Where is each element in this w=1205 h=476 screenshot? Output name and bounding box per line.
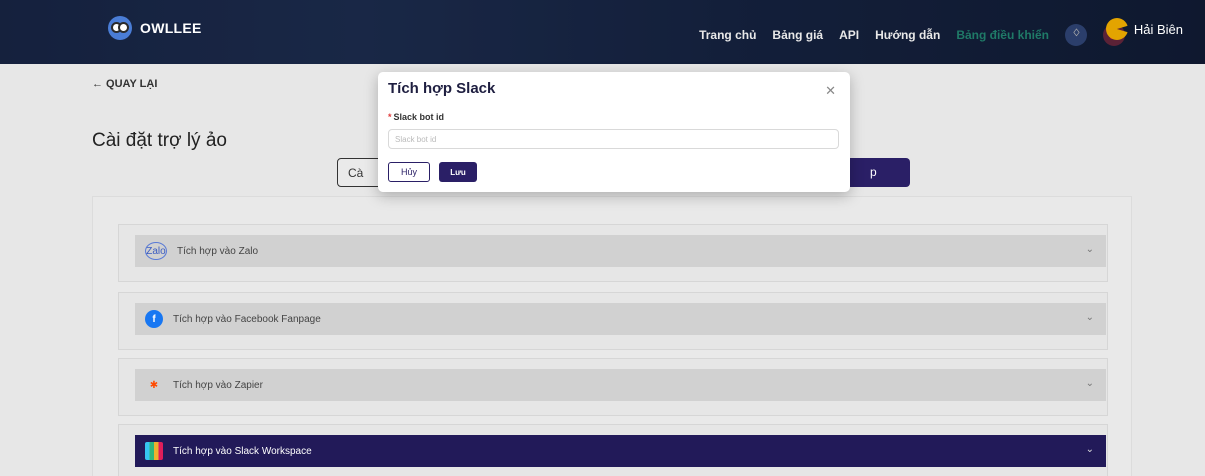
accordion-slack: Tích hợp vào Slack Workspace ⌄ <box>118 424 1108 476</box>
accordion-label: Tích hợp vào Slack Workspace <box>173 445 312 457</box>
zapier-icon: ✱ <box>149 379 159 391</box>
accordion-zalo: Zalo Tích hợp vào Zalo ⌄ <box>118 224 1108 282</box>
required-marker: * <box>388 112 392 122</box>
chevron-down-icon: ⌄ <box>1085 244 1094 255</box>
accordion-facebook: f Tích hợp vào Facebook Fanpage ⌄ <box>118 292 1108 350</box>
chevron-down-icon: ⌄ <box>1085 378 1094 389</box>
accordion-label: Tích hợp vào Zapier <box>173 379 263 391</box>
slack-integration-modal: Tích hợp Slack ✕ *Slack bot id Hủy Lưu <box>378 72 850 192</box>
brand-name: OWLLEE <box>140 20 202 36</box>
brand-logo[interactable]: OWLLEE <box>108 16 202 40</box>
slack-bot-id-input[interactable] <box>388 129 839 149</box>
close-icon[interactable]: ✕ <box>825 83 836 99</box>
field-label-text: Slack bot id <box>393 112 445 122</box>
user-menu[interactable]: Hải Biên <box>1105 18 1183 40</box>
field-label: * Slack bot id <box>388 112 444 122</box>
accordion-header[interactable]: Zalo Tích hợp vào Zalo ⌄ <box>135 235 1106 267</box>
accordion-header[interactable]: f Tích hợp vào Facebook Fanpage ⌄ <box>135 303 1106 335</box>
facebook-icon: f <box>145 310 163 328</box>
back-link[interactable]: ← QUAY LẠI <box>92 78 157 90</box>
bell-icon[interactable] <box>1065 24 1087 46</box>
nav-pricing[interactable]: Bảng giá <box>772 28 823 42</box>
modal-title: Tích hợp Slack <box>388 80 496 97</box>
accordion-label: Tích hợp vào Facebook Fanpage <box>173 313 321 325</box>
user-name: Hải Biên <box>1133 21 1183 37</box>
accordion-header[interactable]: Tích hợp vào Slack Workspace ⌄ <box>135 435 1106 467</box>
accordion-header[interactable]: ✱ Tích hợp vào Zapier ⌄ <box>135 369 1106 401</box>
zalo-icon: Zalo <box>145 242 167 260</box>
save-button[interactable]: Lưu <box>439 162 477 182</box>
chevron-down-icon: ⌄ <box>1085 444 1094 455</box>
main-nav: Trang chủ Bảng giá API Hướng dẫn Bảng đi… <box>699 24 1125 46</box>
cancel-button[interactable]: Hủy <box>388 162 430 182</box>
slack-icon <box>145 442 163 460</box>
avatar <box>1105 18 1128 40</box>
chevron-down-icon: ⌄ <box>1085 312 1094 323</box>
nav-home[interactable]: Trang chủ <box>699 28 756 42</box>
accordion-label: Tích hợp vào Zalo <box>177 245 259 257</box>
page-title: Cài đặt trợ lý ảo <box>92 130 227 151</box>
nav-api[interactable]: API <box>839 28 859 42</box>
nav-dashboard[interactable]: Bảng điều khiển <box>956 28 1049 42</box>
owl-icon <box>108 16 132 40</box>
nav-guide[interactable]: Hướng dẫn <box>875 28 940 42</box>
accordion-zapier: ✱ Tích hợp vào Zapier ⌄ <box>118 358 1108 416</box>
